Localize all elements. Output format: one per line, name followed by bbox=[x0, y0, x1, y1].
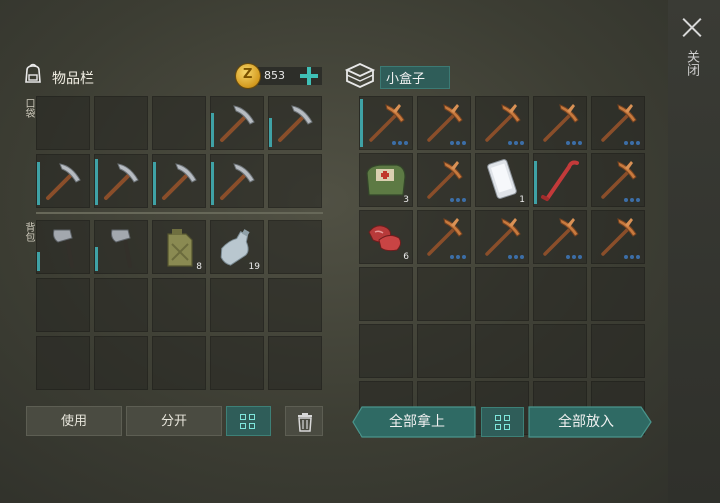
quality-dots bbox=[566, 255, 582, 259]
item-count: 19 bbox=[248, 262, 260, 272]
quality-dots bbox=[566, 141, 582, 145]
split-button[interactable]: 分开 bbox=[126, 406, 222, 436]
quality-dots bbox=[624, 141, 640, 145]
item-slot[interactable] bbox=[533, 96, 587, 150]
item-slot[interactable]: 8 bbox=[152, 220, 206, 274]
sort-box-button[interactable] bbox=[481, 407, 524, 437]
item-slot[interactable] bbox=[417, 210, 471, 264]
grid-icon bbox=[240, 414, 256, 430]
item-slot[interactable] bbox=[591, 96, 645, 150]
quality-dots bbox=[450, 255, 466, 259]
item-count: 3 bbox=[403, 195, 409, 205]
item-slot[interactable] bbox=[475, 210, 529, 264]
empty-slot[interactable] bbox=[268, 154, 322, 208]
empty-slot[interactable] bbox=[268, 336, 322, 390]
item-slot[interactable] bbox=[94, 220, 148, 274]
item-slot[interactable] bbox=[591, 153, 645, 207]
durability-bar bbox=[534, 161, 537, 204]
empty-slot[interactable] bbox=[36, 336, 90, 390]
empty-slot[interactable] bbox=[591, 267, 645, 321]
durability-bar bbox=[360, 99, 363, 147]
box-title: 小盒子 bbox=[386, 72, 426, 87]
quality-dots bbox=[392, 141, 408, 145]
item-slot[interactable] bbox=[417, 96, 471, 150]
empty-slot[interactable] bbox=[94, 96, 148, 150]
empty-slot[interactable] bbox=[533, 267, 587, 321]
item-slot[interactable] bbox=[533, 153, 587, 207]
durability-bar bbox=[95, 159, 98, 205]
quality-dots bbox=[624, 198, 640, 202]
item-slot[interactable]: 3 bbox=[359, 153, 413, 207]
item-slot[interactable]: 1 bbox=[475, 153, 529, 207]
item-count: 1 bbox=[519, 195, 525, 205]
item-slot[interactable] bbox=[533, 210, 587, 264]
empty-slot[interactable] bbox=[475, 324, 529, 378]
empty-slot[interactable] bbox=[210, 278, 264, 332]
item-count: 8 bbox=[196, 262, 202, 272]
item-slot[interactable] bbox=[268, 96, 322, 150]
item-slot[interactable] bbox=[94, 154, 148, 208]
item-slot[interactable]: 19 bbox=[210, 220, 264, 274]
durability-bar bbox=[95, 247, 98, 271]
storage-box-icon bbox=[344, 63, 376, 88]
quality-dots bbox=[508, 141, 524, 145]
empty-slot[interactable] bbox=[152, 96, 206, 150]
section-divider bbox=[36, 212, 323, 214]
item-slot[interactable] bbox=[210, 154, 264, 208]
empty-slot[interactable] bbox=[36, 96, 90, 150]
trash-icon bbox=[298, 413, 312, 432]
quality-dots bbox=[508, 255, 524, 259]
item-slot[interactable] bbox=[210, 96, 264, 150]
close-label[interactable]: 关闭 bbox=[683, 50, 699, 76]
empty-slot[interactable] bbox=[268, 220, 322, 274]
inventory-title: 物品栏 bbox=[52, 71, 94, 87]
item-count: 6 bbox=[403, 252, 409, 262]
empty-slot[interactable] bbox=[94, 336, 148, 390]
empty-slot[interactable] bbox=[94, 278, 148, 332]
coin-count: 853 bbox=[264, 69, 285, 82]
empty-slot[interactable] bbox=[36, 278, 90, 332]
backpack-label: 背包 bbox=[23, 222, 34, 242]
use-button[interactable]: 使用 bbox=[26, 406, 122, 436]
item-slot[interactable] bbox=[591, 210, 645, 264]
trash-button[interactable] bbox=[285, 406, 323, 436]
pocket-label: 口袋 bbox=[23, 98, 34, 118]
put-all-button[interactable]: 全部放入 bbox=[530, 406, 642, 438]
item-slot[interactable] bbox=[359, 96, 413, 150]
empty-slot[interactable] bbox=[417, 324, 471, 378]
sort-inventory-button[interactable] bbox=[226, 406, 271, 436]
empty-slot[interactable] bbox=[591, 324, 645, 378]
empty-slot[interactable] bbox=[417, 267, 471, 321]
item-slot[interactable] bbox=[152, 154, 206, 208]
durability-bar bbox=[37, 252, 40, 271]
backpack-icon bbox=[25, 63, 41, 83]
item-slot[interactable] bbox=[36, 220, 90, 274]
quality-dots bbox=[450, 141, 466, 145]
durability-bar bbox=[269, 118, 272, 147]
item-slot[interactable] bbox=[475, 96, 529, 150]
item-slot[interactable]: 6 bbox=[359, 210, 413, 264]
item-slot[interactable] bbox=[36, 154, 90, 208]
item-slot[interactable] bbox=[417, 153, 471, 207]
durability-bar bbox=[37, 162, 40, 205]
add-coins-plus-icon[interactable] bbox=[299, 66, 319, 86]
empty-slot[interactable] bbox=[152, 278, 206, 332]
empty-slot[interactable] bbox=[210, 336, 264, 390]
empty-slot[interactable] bbox=[359, 324, 413, 378]
coin-icon: Z bbox=[236, 64, 260, 88]
empty-slot[interactable] bbox=[152, 336, 206, 390]
empty-slot[interactable] bbox=[475, 267, 529, 321]
empty-slot[interactable] bbox=[359, 267, 413, 321]
empty-slot[interactable] bbox=[268, 278, 322, 332]
empty-slot[interactable] bbox=[533, 324, 587, 378]
take-all-button[interactable]: 全部拿上 bbox=[360, 406, 474, 438]
durability-bar bbox=[211, 162, 214, 205]
close-x-icon[interactable] bbox=[681, 16, 703, 38]
quality-dots bbox=[450, 198, 466, 202]
grid-icon bbox=[495, 415, 511, 431]
durability-bar bbox=[153, 162, 156, 205]
quality-dots bbox=[624, 255, 640, 259]
durability-bar bbox=[211, 113, 214, 147]
